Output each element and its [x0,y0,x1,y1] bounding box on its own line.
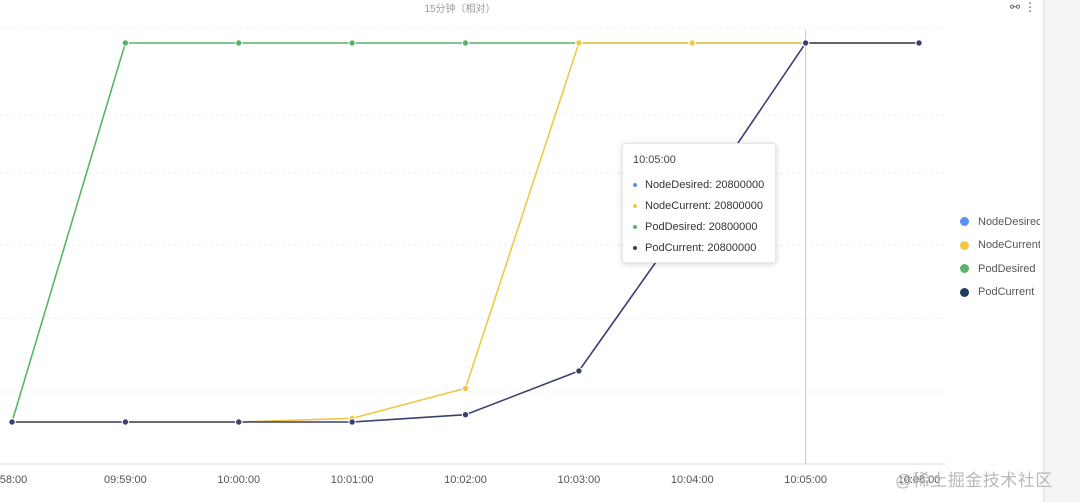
x-tick-label: 09:59:00 [104,474,147,486]
tooltip-title: 10:05:00 [633,154,676,166]
tooltip-dot [633,224,637,229]
series-point-nodecurrent [461,384,470,392]
series-point-poddesired [235,39,243,47]
tooltip-dot [633,182,637,187]
watermark: @稀土掘金技术社区 [895,471,1053,490]
tooltip-dot [633,245,637,250]
legend-label: NodeCurrent [978,239,1040,252]
series-point-poddesired [121,39,130,47]
x-tick-label: 10:04:00 [671,474,714,486]
tooltip-row: NodeCurrent: 20800000 [633,195,775,216]
series-point-nodecurrent [575,39,583,47]
tooltip-text: NodeDesired: 20800000 [645,178,765,191]
x-tick-label: 10:03:00 [557,474,600,486]
series-point-podcurrent [348,418,356,426]
legend-label: PodDesired [978,262,1036,275]
chart-tooltip: 10:05:00 NodeDesired: 20800000 NodeCurre… [622,143,776,263]
legend-item-nodedesired[interactable]: NodeDesired [960,210,1040,234]
tooltip-row: PodCurrent: 20800000 [633,237,775,258]
tooltip-text: PodDesired: 20800000 [645,220,758,233]
x-tick-label: 10:02:00 [444,474,487,486]
legend-dot [960,217,969,227]
series-point-podcurrent [915,39,923,47]
tooltip-row: PodDesired: 20800000 [633,216,775,237]
series-point-podcurrent [461,411,470,419]
series-point-poddesired [461,39,470,47]
series-point-podcurrent [235,418,243,426]
series-line-podcurrent [12,42,919,423]
x-tick-label: 10:05:00 [784,474,827,486]
chart-legend: NodeDesired NodeCurrent PodDesired PodCu… [960,210,1040,304]
x-tick-label: :58:00 [0,474,27,486]
tooltip-text: PodCurrent: 20800000 [645,241,757,254]
tooltip-text: NodeCurrent: 20800000 [645,199,764,212]
series-point-podcurrent [8,418,16,426]
side-scroll-panel[interactable] [1043,0,1080,502]
legend-dot [960,287,969,297]
tooltip-row: NodeDesired: 20800000 [633,174,775,195]
series-point-poddesired [348,39,356,47]
legend-item-nodecurrent[interactable]: NodeCurrent [960,234,1040,258]
legend-dot [960,240,969,250]
line-chart: :58:00 09:59:00 10:00:00 10:01:00 10:02:00 10… [0,27,945,486]
legend-label: NodeDesired [978,215,1040,228]
legend-dot [960,264,969,274]
legend-item-podcurrent[interactable]: PodCurrent [960,281,1040,305]
series-line-poddesired [11,42,919,423]
legend-item-poddesired[interactable]: PodDesired [960,257,1040,281]
series-point-podcurrent [801,39,810,47]
series-point-nodecurrent [688,39,696,47]
series-point-podcurrent [575,367,583,375]
series-point-podcurrent [121,418,130,426]
x-tick-label: 10:00:00 [217,474,260,486]
series-line-nodecurrent [12,42,919,423]
tooltip-dot [633,203,637,208]
legend-label: PodCurrent [978,286,1035,299]
x-tick-label: 10:01:00 [331,474,374,486]
